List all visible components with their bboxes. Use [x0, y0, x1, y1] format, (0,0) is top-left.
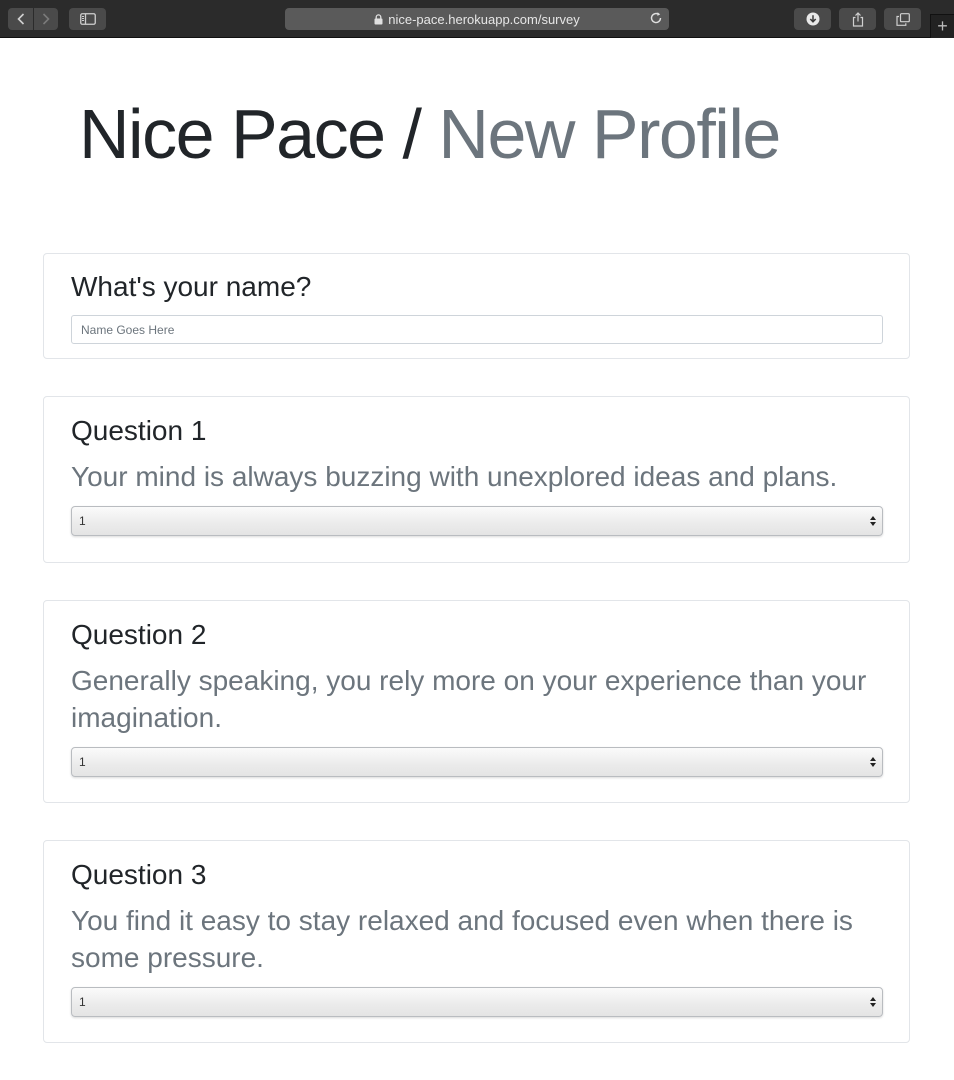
browser-toolbar: nice-pace.herokuapp.com/survey +: [0, 0, 954, 38]
brand-name: Nice Pace: [79, 95, 386, 173]
download-button[interactable]: [794, 8, 831, 30]
question-text: Generally speaking, you rely more on you…: [71, 665, 867, 733]
share-button[interactable]: [839, 8, 876, 30]
title-separator: /: [402, 95, 422, 173]
select-value: 1: [79, 514, 86, 528]
name-label: What's your name?: [71, 271, 312, 302]
question-card-1: Question 1 Your mind is always buzzing w…: [43, 396, 910, 563]
question-label: Question 1: [71, 415, 207, 446]
back-button[interactable]: [8, 8, 33, 30]
sidebar-icon: [79, 13, 96, 25]
question-text: Your mind is always buzzing with unexplo…: [71, 461, 838, 492]
question-text: You find it easy to stay relaxed and foc…: [71, 905, 853, 973]
select-arrows-icon: [870, 757, 876, 767]
page-subtitle: New Profile: [438, 95, 781, 173]
new-tab-button[interactable]: +: [930, 14, 954, 38]
address-bar[interactable]: nice-pace.herokuapp.com/survey: [285, 8, 669, 30]
select-arrows-icon: [870, 997, 876, 1007]
tabs-icon: [895, 12, 910, 26]
select-value: 1: [79, 995, 86, 1009]
sidebar-button[interactable]: [69, 8, 106, 30]
select-value: 1: [79, 755, 86, 769]
answer-select[interactable]: 1: [71, 747, 883, 777]
select-arrows-icon: [870, 516, 876, 526]
question-label: Question 3: [71, 859, 207, 890]
lock-icon: [374, 13, 383, 25]
name-input[interactable]: [71, 315, 883, 344]
question-card-3: Question 3 You find it easy to stay rela…: [43, 840, 910, 1043]
back-icon: [16, 13, 24, 25]
question-label: Question 2: [71, 619, 207, 650]
navigation-buttons: [8, 8, 58, 30]
page-title: Nice Pace / New Profile: [79, 92, 781, 176]
url-text: nice-pace.herokuapp.com/survey: [388, 11, 580, 27]
question-card-2: Question 2 Generally speaking, you rely …: [43, 600, 910, 803]
answer-select[interactable]: 1: [71, 987, 883, 1017]
plus-icon: +: [937, 16, 948, 36]
answer-select[interactable]: 1: [71, 506, 883, 536]
tabs-button[interactable]: [884, 8, 921, 30]
name-card: What's your name?: [43, 253, 910, 359]
download-icon: [806, 12, 819, 26]
share-icon: [852, 11, 863, 27]
forward-button[interactable]: [33, 8, 58, 30]
forward-icon: [42, 13, 50, 25]
reload-icon[interactable]: [649, 11, 663, 28]
